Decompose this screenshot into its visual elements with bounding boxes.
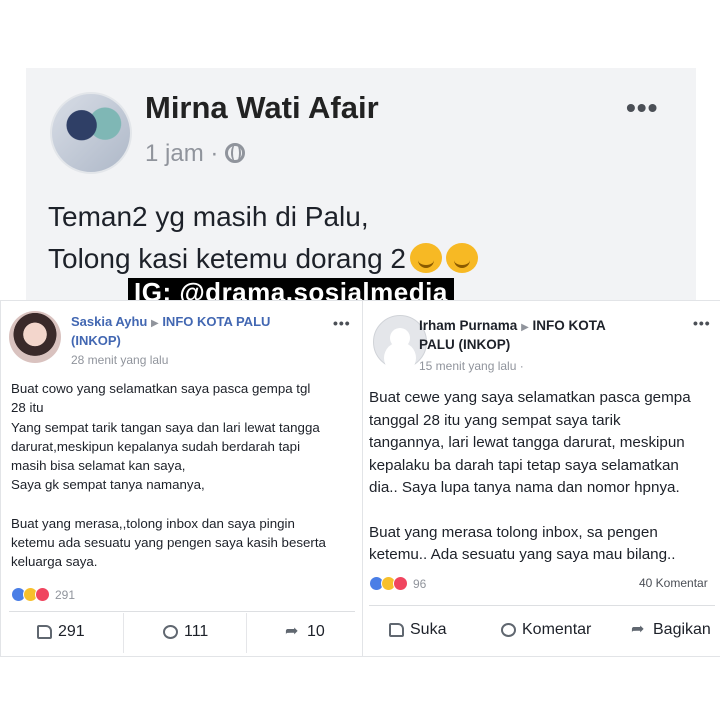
left-body-line: keluarga saya. [11, 554, 98, 570]
left-body-line: ketemu ada sesuatu yang pengen saya kasi… [11, 535, 326, 551]
share-icon [631, 619, 647, 639]
comment-icon [501, 623, 516, 637]
globe-icon [225, 143, 246, 163]
right-body-line: Buat cewe yang saya selamatkan pasca gem… [369, 389, 691, 406]
left-post-group[interactable]: INFO KOTA PALU [162, 314, 270, 329]
thumbs-up-icon [389, 623, 404, 637]
smile-emoji-icon [446, 243, 478, 273]
right-comment-label: Komentar [522, 621, 592, 638]
right-post-menu-icon[interactable]: ••• [693, 315, 711, 331]
left-post-time: 28 menit yang lalu [71, 353, 169, 367]
right-share-button[interactable]: Bagikan [631, 619, 711, 639]
arrow-right-icon: ▶ [150, 318, 159, 329]
right-post-header: Irham Purnama ▶ INFO KOTA PALU (INKOP) [419, 317, 606, 353]
left-body-line: 28 itu [11, 400, 44, 416]
top-post-text: Teman2 yg masih di Palu, Tolong kasi ket… [48, 196, 478, 280]
left-share-count: 10 [307, 623, 325, 640]
left-share-button[interactable]: 10 [285, 621, 325, 641]
right-comment-button[interactable]: Komentar [501, 621, 591, 639]
right-share-label: Bagikan [653, 621, 711, 638]
right-divider [369, 605, 715, 606]
left-like-count: 291 [58, 623, 85, 640]
right-body-line: dia.. Saya lupa tanya nama dan nomor hpn… [369, 479, 680, 496]
left-divider [9, 611, 355, 612]
share-icon [285, 621, 301, 641]
top-post-author[interactable]: Mirna Wati Afair [145, 90, 379, 126]
right-post-reactions[interactable]: 96 [369, 576, 426, 591]
left-post-card: Saskia Ayhu ▶ INFO KOTA PALU (INKOP) 28 … [0, 300, 364, 657]
right-post-card: Irham Purnama ▶ INFO KOTA PALU (INKOP) 1… [362, 300, 720, 657]
left-like-button[interactable]: 291 [37, 623, 85, 641]
right-reaction-count: 96 [413, 576, 427, 591]
right-like-label: Suka [410, 621, 447, 638]
comment-icon [163, 625, 178, 639]
right-post-time: 15 menit yang lalu · [419, 359, 524, 373]
left-post-header: Saskia Ayhu ▶ INFO KOTA PALU (INKOP) [71, 313, 270, 349]
right-body-line: tangannya, lari lewat tangga darurat, me… [369, 434, 685, 451]
right-body-line: tanggal 28 itu yang sempat saya tarik [369, 411, 621, 429]
left-body-gap [11, 495, 326, 514]
left-comment-count: 111 [184, 623, 209, 640]
left-post-author[interactable]: Saskia Ayhu [71, 314, 147, 329]
left-body-line: Buat cowo yang selamatkan saya pasca gem… [11, 381, 311, 396]
right-body-line: ketemu.. Ada sesuatu yang saya mau bilan… [369, 546, 676, 563]
left-post-avatar[interactable] [9, 311, 61, 363]
top-post-text-line2-wrap: Tolong kasi ketemu dorang 2 [48, 238, 478, 280]
top-post-avatar[interactable] [50, 92, 132, 174]
left-body-line: Saya gk sempat tanya namanya, [11, 477, 205, 493]
left-post-body: Buat cowo yang selamatkan saya pasca gem… [11, 379, 326, 572]
love-reaction-icon [393, 576, 408, 591]
love-reaction-icon [35, 587, 50, 602]
right-comment-count-link[interactable]: 40 Komentar [639, 576, 708, 590]
left-body-line: darurat,meskipun kepalanya sudah berdara… [11, 438, 301, 454]
left-post-group-sub[interactable]: (INKOP) [71, 333, 121, 348]
left-action-separator [246, 613, 247, 653]
smile-emoji-icon [410, 243, 442, 273]
top-post-menu-icon[interactable]: ••• [626, 92, 658, 124]
right-post-author[interactable]: Irham Purnama [419, 318, 517, 333]
left-body-line: Yang sempat tarik tangan saya dan lari l… [11, 419, 320, 435]
right-post-group-sub[interactable]: PALU (INKOP) [419, 337, 510, 352]
thumbs-up-icon [37, 625, 52, 639]
left-post-menu-icon[interactable]: ••• [333, 315, 351, 331]
left-post-reactions[interactable]: 291 [11, 587, 75, 602]
right-post-body: Buat cewe yang saya selamatkan pasca gem… [369, 387, 691, 567]
left-comment-button[interactable]: 111 [163, 623, 208, 641]
top-post-text-line2: Tolong kasi ketemu dorang 2 [48, 243, 406, 274]
top-post-text-line1: Teman2 yg masih di Palu, [48, 201, 369, 232]
arrow-right-icon: ▶ [521, 322, 529, 333]
left-reaction-count: 291 [55, 587, 76, 602]
right-post-group[interactable]: INFO KOTA [533, 318, 606, 333]
right-like-button[interactable]: Suka [389, 621, 446, 639]
right-body-gap [369, 500, 691, 522]
left-body-line: Buat yang merasa,,tolong inbox dan saya … [11, 515, 295, 531]
right-body-line: Buat yang merasa tolong inbox, sa pengen [369, 523, 658, 541]
right-body-line: kepalaku ba darah tapi tetap saya selama… [369, 456, 679, 474]
top-post-time: 1 jam · [145, 140, 246, 168]
left-body-line: masih bisa selamat kan saya, [11, 458, 186, 474]
top-post-time-label: 1 jam · [145, 140, 219, 167]
left-action-separator [123, 613, 124, 653]
